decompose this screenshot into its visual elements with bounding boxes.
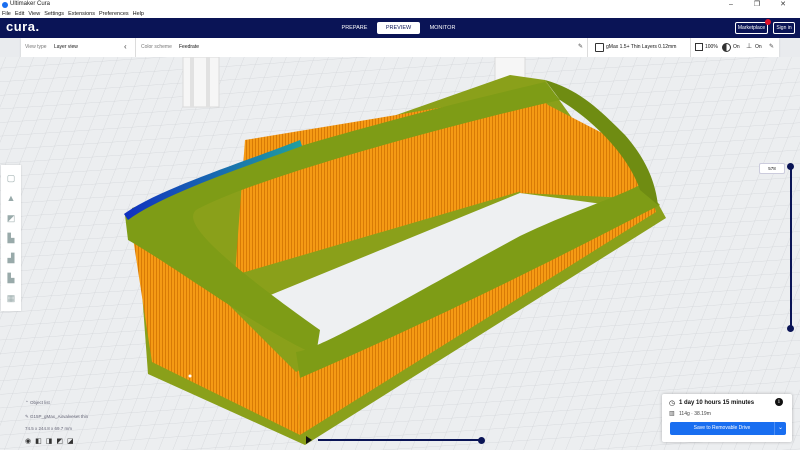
view-top-icon[interactable]: ◨ [46, 437, 53, 445]
app-header: cura. PREPARE PREVIEW MONITOR Marketplac… [0, 18, 800, 38]
view-right-icon[interactable]: ◪ [67, 437, 74, 445]
print-time: 1 day 10 hours 15 minutes [679, 400, 755, 406]
origin-marker [188, 374, 192, 378]
settings-pencil-icon[interactable]: ✎ [769, 43, 774, 50]
menu-edit[interactable]: Edit [15, 11, 24, 17]
printer-frame [190, 57, 194, 107]
stage-tabs: PREPARE PREVIEW MONITOR [333, 22, 465, 34]
menu-preferences[interactable]: Preferences [99, 11, 129, 17]
tool-panel: ▢ ▲ ◩ ▙ ▟ ▙ ▦ [1, 165, 21, 311]
path-slider-track[interactable] [318, 439, 483, 441]
view-toolbar: View type Layer view ‹ Color scheme Feed… [21, 38, 779, 57]
printer-frame [182, 57, 220, 108]
move-tool-icon[interactable]: ▲ [6, 193, 16, 203]
support-icon [722, 43, 731, 52]
menu-file[interactable]: File [2, 11, 11, 17]
toolbar-divider [587, 38, 588, 57]
print-info-panel: ◷ 1 day 10 hours 15 minutes i ▥ 114g · 3… [662, 394, 792, 442]
cura-app-icon [2, 2, 8, 8]
color-scheme-select[interactable]: Feedrate [179, 44, 199, 50]
close-button[interactable]: ✕ [772, 0, 794, 10]
toolbar-divider [135, 38, 136, 57]
view-3d-icon[interactable]: ◉ [25, 437, 31, 445]
object-dimensions: 74.5 x 244.8 x 69.7 mm [25, 426, 73, 431]
info-icon[interactable]: i [775, 398, 783, 406]
view-left-icon[interactable]: ◩ [56, 437, 63, 445]
printer-frame [206, 57, 210, 107]
layer-slider-bottom-handle[interactable] [787, 325, 794, 332]
maximize-button[interactable]: ❐ [746, 0, 768, 10]
chevron-down-icon[interactable]: ⌄ [774, 422, 786, 435]
layer-slider-track[interactable] [790, 167, 792, 331]
rotate-tool-icon[interactable]: ▙ [6, 233, 16, 243]
infill-icon [695, 43, 703, 51]
save-to-drive-button[interactable]: Save to Removable Drive [670, 422, 774, 435]
spool-icon: ▥ [669, 411, 675, 417]
notification-badge [765, 19, 771, 25]
menu-settings[interactable]: Settings [44, 11, 64, 17]
adhesion-icon: ⊥ [746, 43, 753, 50]
menu-extensions[interactable]: Extensions [68, 11, 95, 17]
menu-help[interactable]: Help [133, 11, 144, 17]
toolbar-divider [690, 38, 691, 57]
printer-profile-select[interactable]: gMax 1.5+ Thin Layers 0.12mm [606, 44, 676, 50]
signin-button[interactable]: Sign in [773, 22, 795, 34]
color-scheme-label: Color scheme [141, 44, 172, 50]
mirror-tool-icon[interactable]: ▟ [6, 253, 16, 263]
window-title: Ultimaker Cura [10, 1, 51, 7]
printer-icon [595, 43, 604, 52]
infill-value[interactable]: 100% [705, 44, 718, 50]
cura-logo: cura. [6, 19, 40, 34]
tab-prepare[interactable]: PREPARE [333, 22, 376, 34]
layer-number-input[interactable]: 578 [759, 163, 785, 174]
object-file-name: G15P_gMax_Airvalveset thin [30, 414, 89, 419]
open-file-icon[interactable]: ▢ [6, 173, 16, 183]
view-front-icon[interactable]: ◧ [35, 437, 42, 445]
edit-name-icon[interactable]: ✎ [25, 414, 29, 419]
object-list-toggle[interactable]: Object list [30, 400, 50, 405]
minimize-button[interactable]: – [720, 0, 742, 10]
tab-monitor[interactable]: MONITOR [421, 22, 464, 34]
chevron-left-icon[interactable]: ‹ [124, 42, 127, 51]
chevron-up-icon[interactable]: ⌃ [25, 400, 29, 405]
material-usage: 114g · 38.19m [679, 411, 711, 417]
menu-view[interactable]: View [28, 11, 40, 17]
support-value[interactable]: On [733, 44, 740, 50]
viewport-3d[interactable] [0, 57, 800, 450]
layer-slider-top-handle[interactable] [787, 163, 794, 170]
menu-bar: File Edit View Settings Extensions Prefe… [0, 10, 800, 18]
edit-pencil-icon[interactable]: ✎ [578, 43, 583, 50]
view-type-select[interactable]: Layer view [54, 44, 78, 50]
path-slider-handle[interactable] [478, 437, 485, 444]
marketplace-button[interactable]: Marketplace [735, 22, 768, 34]
per-model-settings-icon[interactable]: ▙ [6, 273, 16, 283]
tab-preview[interactable]: PREVIEW [377, 22, 420, 34]
clock-icon: ◷ [669, 400, 676, 407]
scale-tool-icon[interactable]: ◩ [6, 213, 16, 223]
object-info: ⌃ Object list ✎ G15P_gMax_Airvalveset th… [25, 400, 88, 445]
play-icon[interactable] [306, 436, 312, 444]
view-type-label: View type [25, 44, 47, 50]
window-titlebar: Ultimaker Cura – ❐ ✕ [0, 0, 800, 10]
support-blocker-icon[interactable]: ▦ [6, 293, 16, 303]
adhesion-value[interactable]: On [755, 44, 762, 50]
